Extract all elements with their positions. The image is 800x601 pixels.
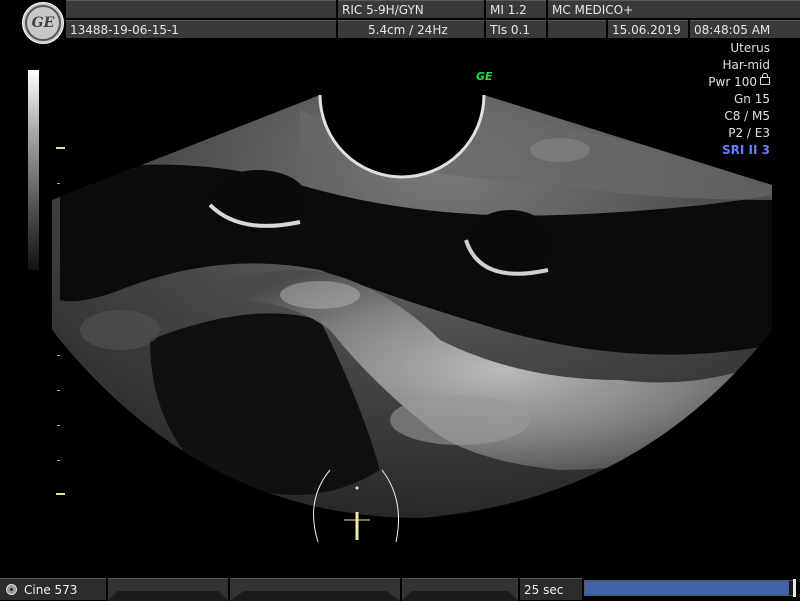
- cine-progress-bar[interactable]: [584, 579, 796, 597]
- cine-label: Cine 573: [24, 583, 78, 597]
- thermal-index: TIs 0.1: [486, 20, 546, 38]
- probe-preset: RIC 5-9H/GYN: [338, 0, 484, 18]
- header-blank-cell: [66, 0, 336, 18]
- institution-name: MC MEDICO+: [548, 0, 800, 18]
- header-blank-cell-2: [548, 20, 606, 38]
- softkey-2[interactable]: [230, 578, 400, 601]
- exam-date: 15.06.2019: [608, 20, 688, 38]
- depth-frequency: 5.4cm / 24Hz: [338, 20, 484, 38]
- ge-logo-icon: GE: [22, 2, 64, 44]
- ge-logo-text: GE: [25, 5, 61, 41]
- mechanical-index: MI 1.2: [486, 0, 546, 18]
- orientation-mark: GE: [476, 70, 493, 83]
- exam-time: 08:48:05 AM: [690, 20, 800, 38]
- softkey-3[interactable]: [402, 578, 518, 601]
- cine-reel-icon: [6, 584, 17, 595]
- cine-progress-fill: [585, 581, 789, 595]
- cine-button[interactable]: Cine 573: [0, 578, 106, 600]
- softkey-1[interactable]: [108, 578, 228, 601]
- cine-progress-handle[interactable]: [793, 579, 796, 597]
- ultrasound-image[interactable]: [0, 40, 800, 560]
- guide-dot: [355, 486, 359, 490]
- cine-duration: 25 sec: [520, 578, 582, 600]
- patient-id: 13488-19-06-15-1: [66, 20, 336, 38]
